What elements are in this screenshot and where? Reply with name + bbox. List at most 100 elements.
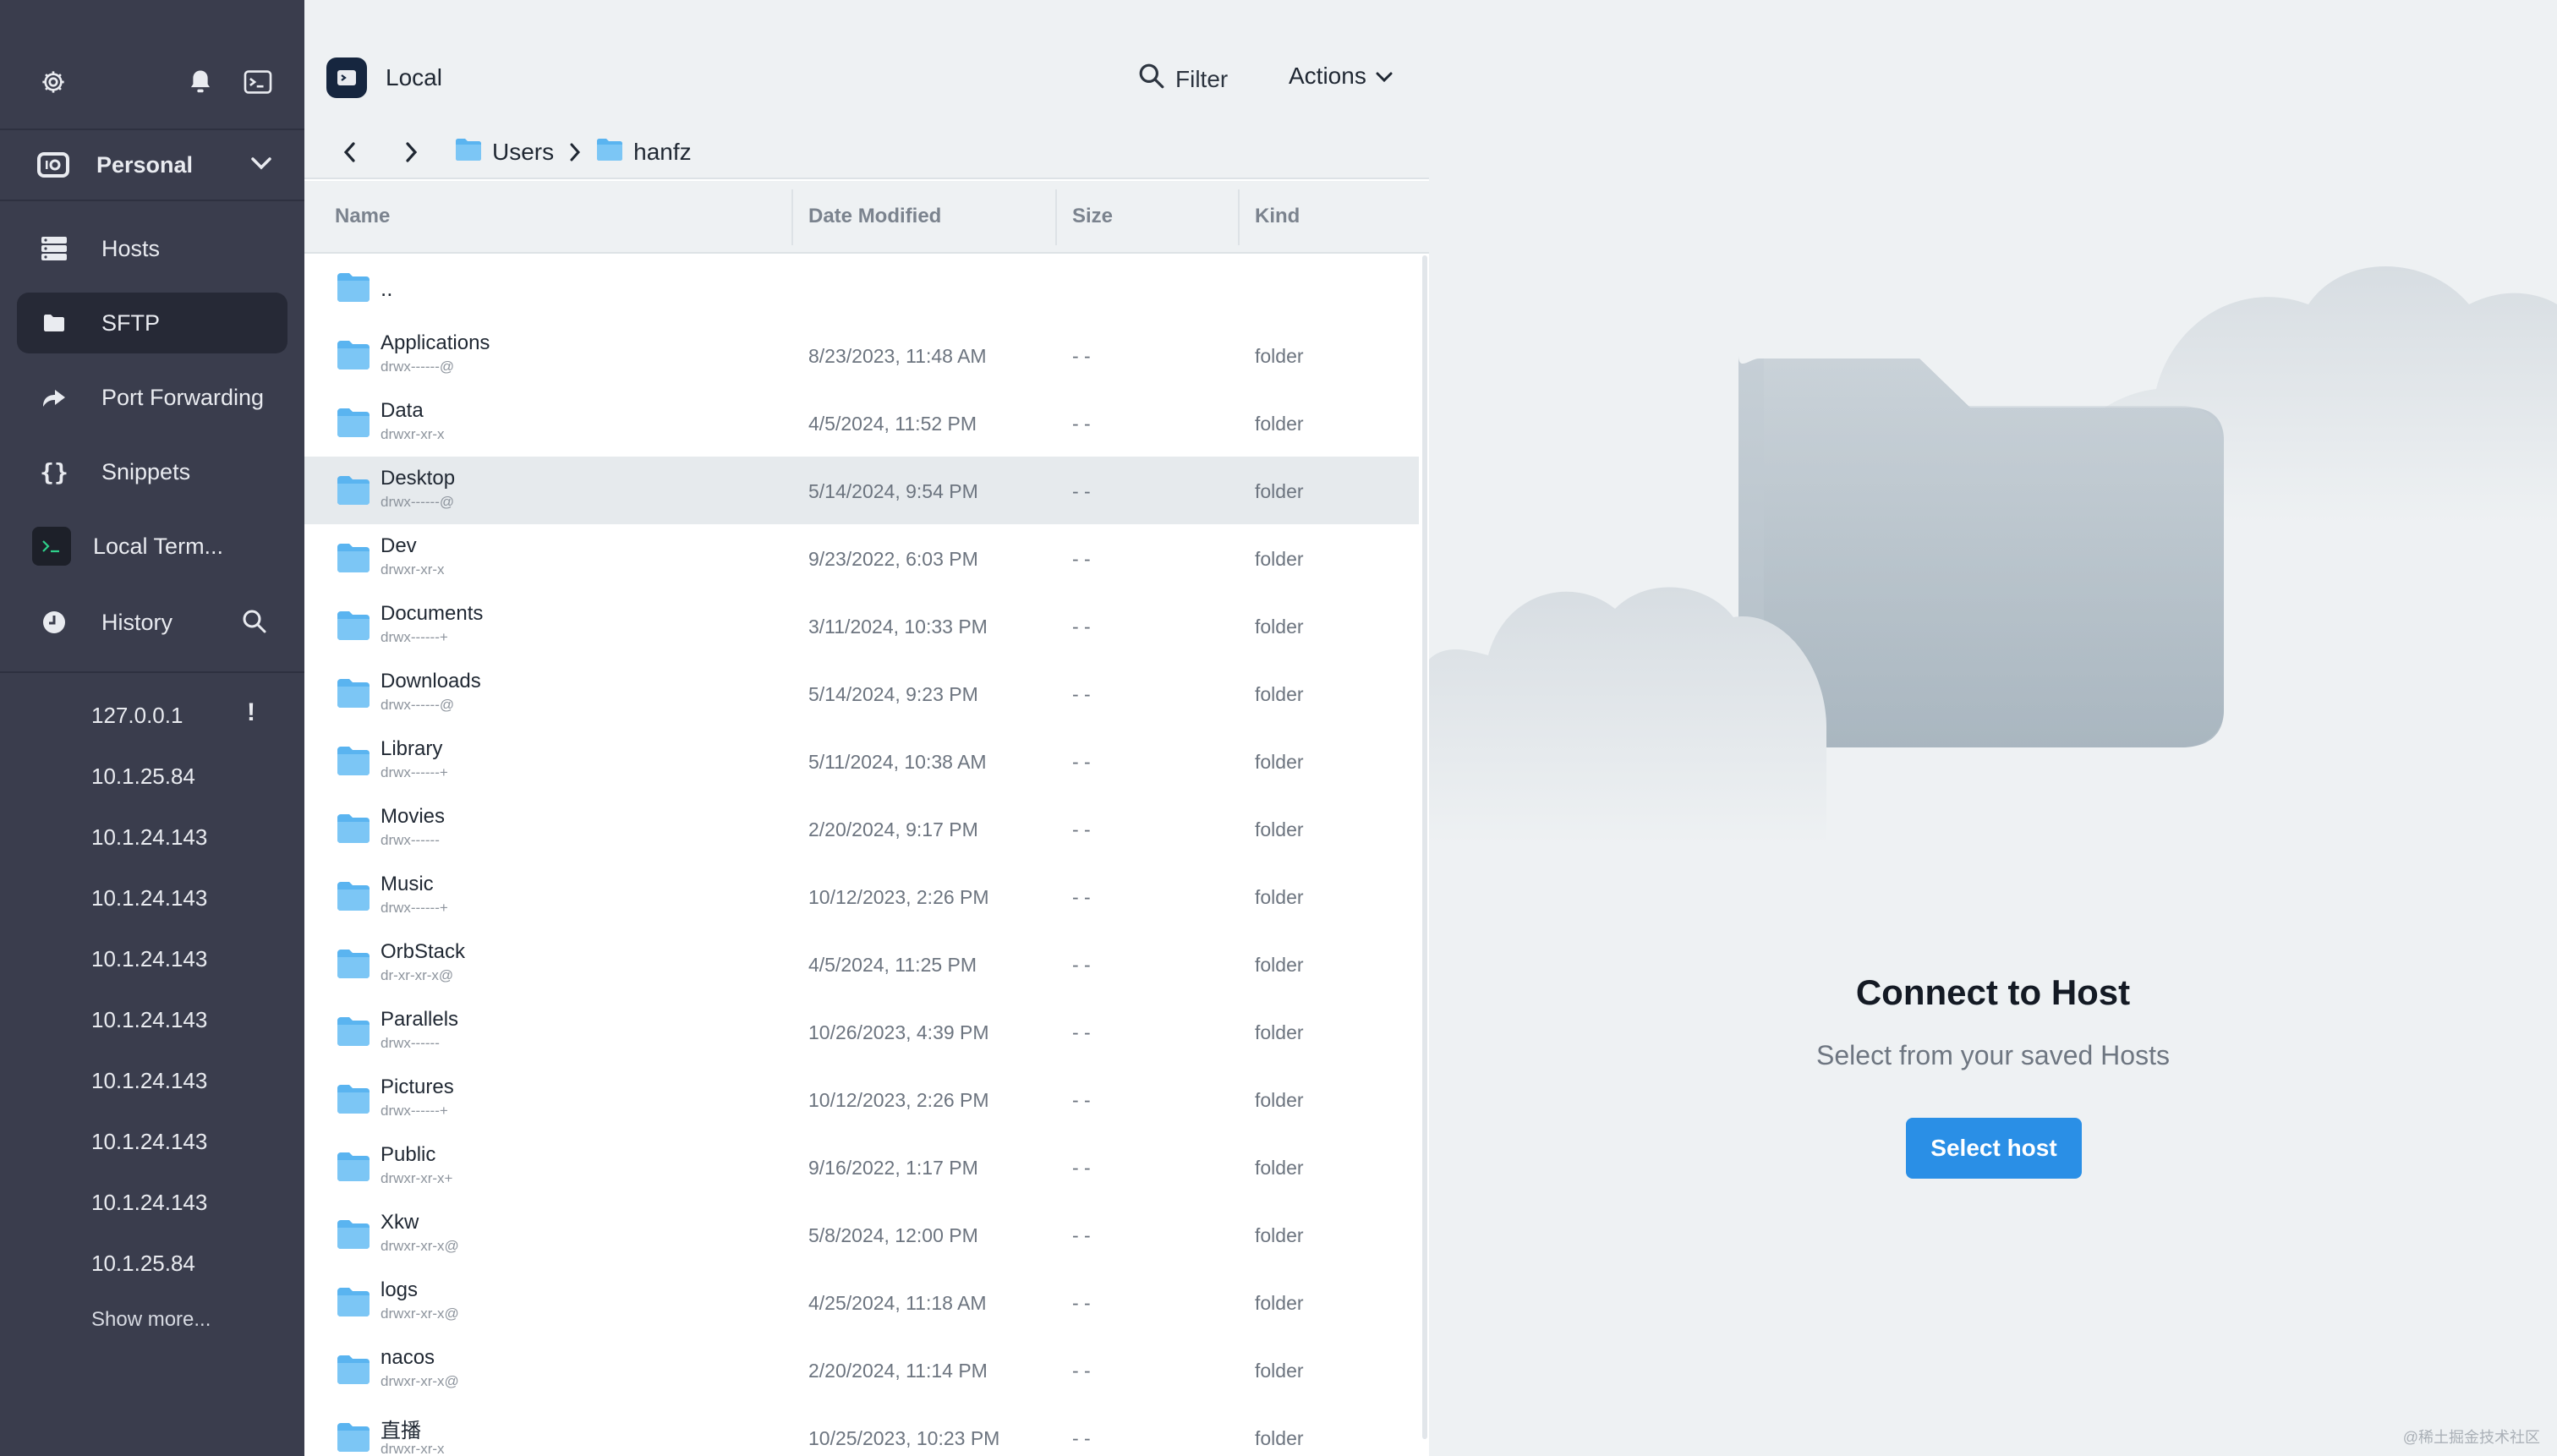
- history-item[interactable]: 10.1.24.143: [0, 868, 304, 928]
- table-row[interactable]: Applications drwx------@ 8/23/2023, 11:48 …: [304, 321, 1419, 389]
- file-size: - -: [1072, 1157, 1091, 1179]
- column-divider[interactable]: [1238, 189, 1240, 245]
- chevron-down-icon: [250, 156, 272, 175]
- column-header-name[interactable]: Name: [335, 205, 390, 228]
- terminal-window-icon[interactable]: [242, 66, 274, 98]
- folder-icon: [337, 272, 370, 307]
- table-row[interactable]: Data drwxr-xr-x 4/5/2024, 11:52 PM - - folde…: [304, 389, 1419, 457]
- table-row[interactable]: Public drwxr-xr-x+ 9/16/2022, 1:17 PM - - fo…: [304, 1133, 1419, 1201]
- file-date-modified: 4/5/2024, 11:25 PM: [808, 954, 977, 976]
- table-row[interactable]: Movies drwx------ 2/20/2024, 9:17 PM - - fol…: [304, 795, 1419, 862]
- table-row[interactable]: Downloads drwx------@ 5/14/2024, 9:23 PM - …: [304, 660, 1419, 727]
- column-header-date[interactable]: Date Modified: [808, 205, 941, 228]
- actions-dropdown[interactable]: Actions: [1289, 63, 1393, 90]
- sidebar: Personal Hosts SFTP Port Forwarding {} S…: [0, 0, 304, 1456]
- history-item[interactable]: 10.1.25.84: [0, 746, 304, 807]
- file-name: Library: [381, 737, 443, 760]
- sidebar-item-label: Snippets: [101, 458, 191, 484]
- folder-icon: [41, 309, 68, 337]
- table-row[interactable]: nacos drwxr-xr-x@ 2/20/2024, 11:14 PM - - fo…: [304, 1336, 1419, 1404]
- sidebar-item-sftp[interactable]: SFTP: [17, 293, 287, 353]
- sidebar-item-local-terminal[interactable]: Local Term...: [17, 516, 287, 577]
- file-date-modified: 4/25/2024, 11:18 AM: [808, 1292, 987, 1314]
- file-date-modified: 5/11/2024, 10:38 AM: [808, 751, 987, 773]
- chevron-down-icon: [1375, 63, 1393, 90]
- file-kind: folder: [1255, 954, 1304, 976]
- file-size: - -: [1072, 886, 1091, 908]
- file-size: - -: [1072, 1021, 1091, 1043]
- history-item[interactable]: 10.1.24.143: [0, 1111, 304, 1172]
- table-row[interactable]: Music drwx------+ 10/12/2023, 2:26 PM - - fo…: [304, 862, 1419, 930]
- file-permissions: drwx------+: [381, 900, 448, 916]
- folder-icon: [337, 1152, 370, 1186]
- folder-icon: [337, 1422, 370, 1456]
- folder-cloud-illustration: [1429, 266, 2557, 846]
- history-item[interactable]: 10.1.24.143: [0, 928, 304, 989]
- folder-icon: [337, 408, 370, 442]
- sidebar-item-port-forwarding[interactable]: Port Forwarding: [17, 367, 287, 428]
- folder-icon: [337, 949, 370, 983]
- history-item[interactable]: 10.1.25.84: [0, 1233, 304, 1294]
- history-item[interactable]: 10.1.24.143: [0, 989, 304, 1050]
- show-more-link[interactable]: Show more...: [0, 1294, 304, 1346]
- breadcrumb-label: Users: [492, 139, 555, 165]
- vault-selector[interactable]: Personal: [0, 130, 304, 201]
- file-size: - -: [1072, 345, 1091, 367]
- location-title[interactable]: Local: [386, 64, 442, 91]
- table-row[interactable]: Documents drwx------+ 3/11/2024, 10:33 PM -…: [304, 592, 1419, 660]
- bell-icon[interactable]: [184, 66, 216, 98]
- table-row[interactable]: OrbStack dr-xr-xr-x@ 4/5/2024, 11:25 PM - -…: [304, 930, 1419, 998]
- port-forwarding-icon: [41, 384, 68, 411]
- table-row[interactable]: logs drwxr-xr-x@ 4/25/2024, 11:18 AM - - fol…: [304, 1268, 1419, 1336]
- breadcrumb-item-hanfz[interactable]: hanfz: [596, 138, 692, 167]
- file-name: Parallels: [381, 1008, 459, 1031]
- scrollbar[interactable]: [1422, 255, 1427, 1439]
- back-arrow-icon[interactable]: [333, 135, 367, 169]
- file-kind: folder: [1255, 1224, 1304, 1246]
- table-row[interactable]: Desktop drwx------@ 5/14/2024, 9:54 PM - - f…: [304, 457, 1419, 524]
- file-kind: folder: [1255, 886, 1304, 908]
- gear-icon[interactable]: [37, 66, 69, 98]
- history-item[interactable]: 10.1.24.143: [0, 807, 304, 868]
- breadcrumb-item-users[interactable]: Users: [455, 138, 554, 167]
- parent-directory-row[interactable]: ..: [304, 254, 1419, 321]
- filter-button[interactable]: Filter: [1138, 63, 1228, 96]
- file-date-modified: 5/14/2024, 9:23 PM: [808, 683, 978, 705]
- history-header[interactable]: History: [17, 592, 287, 653]
- file-size: - -: [1072, 548, 1091, 570]
- sidebar-item-hosts[interactable]: Hosts: [17, 218, 287, 279]
- column-divider[interactable]: [1055, 189, 1057, 245]
- table-row[interactable]: 直播 drwxr-xr-x 10/25/2023, 10:23 PM - - folde…: [304, 1404, 1419, 1456]
- folder-icon: [596, 138, 623, 167]
- table-row[interactable]: Xkw drwxr-xr-x@ 5/8/2024, 12:00 PM - - folde…: [304, 1201, 1419, 1268]
- table-row[interactable]: Pictures drwx------+ 10/12/2023, 2:26 PM - …: [304, 1065, 1419, 1133]
- file-name: Applications: [381, 331, 490, 354]
- vault-label: Personal: [96, 151, 194, 178]
- braces-icon: {}: [40, 457, 68, 486]
- file-size: - -: [1072, 954, 1091, 976]
- column-header-kind[interactable]: Kind: [1255, 205, 1300, 228]
- sidebar-item-label: Hosts: [101, 235, 161, 261]
- file-permissions: drwxr-xr-x+: [381, 1170, 453, 1186]
- connect-subtitle: Select from your saved Hosts: [1816, 1040, 2170, 1070]
- file-date-modified: 9/23/2022, 6:03 PM: [808, 548, 978, 570]
- file-date-modified: 4/5/2024, 11:52 PM: [808, 413, 977, 435]
- history-item[interactable]: 127.0.0.1 !: [0, 685, 304, 746]
- forward-arrow-icon[interactable]: [394, 135, 428, 169]
- history-item[interactable]: 10.1.24.143: [0, 1050, 304, 1111]
- history-host: 10.1.24.143: [91, 945, 208, 972]
- history-item[interactable]: 10.1.24.143: [0, 1172, 304, 1233]
- search-icon[interactable]: [242, 609, 267, 640]
- table-row[interactable]: Dev drwxr-xr-x 9/23/2022, 6:03 PM - - folder: [304, 524, 1419, 592]
- column-divider[interactable]: [791, 189, 793, 245]
- folder-icon: [337, 610, 370, 645]
- column-header-size[interactable]: Size: [1072, 205, 1113, 228]
- local-host-icon: [326, 57, 367, 98]
- sidebar-item-snippets[interactable]: {} Snippets: [17, 441, 287, 502]
- select-host-button[interactable]: Select host: [1906, 1118, 2082, 1179]
- file-kind: folder: [1255, 1427, 1304, 1449]
- table-row[interactable]: Parallels drwx------ 10/26/2023, 4:39 PM - …: [304, 998, 1419, 1065]
- file-kind: folder: [1255, 1089, 1304, 1111]
- file-permissions: drwxr-xr-x@: [381, 1305, 459, 1322]
- table-row[interactable]: Library drwx------+ 5/11/2024, 10:38 AM - -…: [304, 727, 1419, 795]
